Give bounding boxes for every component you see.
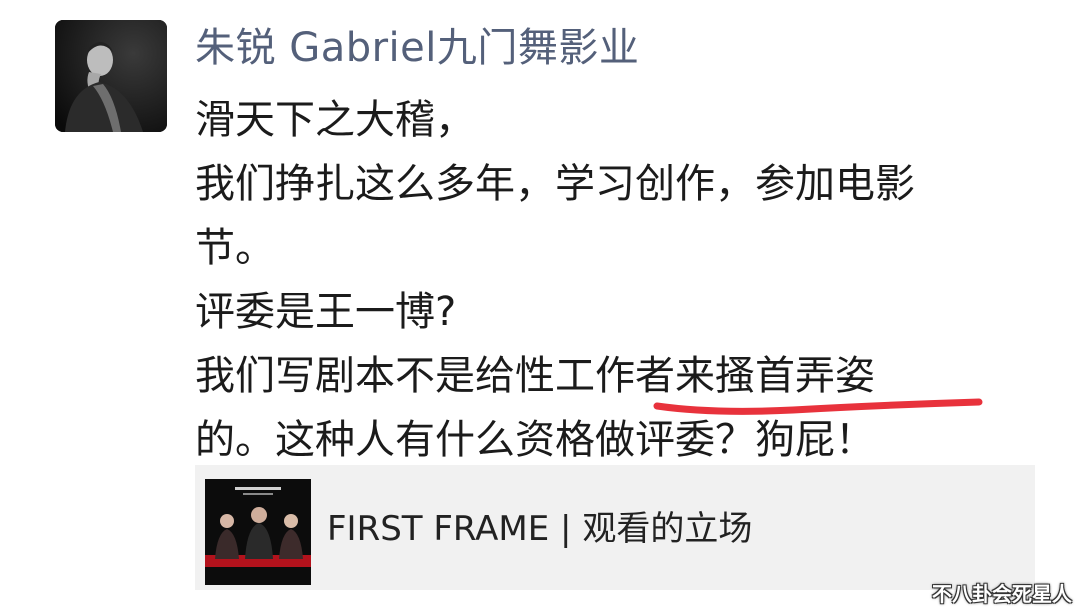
post-line: 评委是王一博? (195, 289, 457, 335)
shared-link-card[interactable]: FIRST FRAME | 观看的立场 (195, 465, 1035, 590)
film-poster-thumbnail (205, 479, 311, 585)
poster-image-icon (205, 479, 311, 585)
post-line: 的。这种人有什么资格做评委？狗屁！ (195, 417, 875, 463)
post-line: 滑天下之大稽， (195, 97, 475, 143)
post-line: 节。 (195, 225, 275, 271)
post-line-highlighted: 我们写剧本不是给性工作者来搔首弄姿 (195, 344, 1035, 415)
post-line-text: 我们写剧本不是给性工作者来搔首弄姿 (195, 353, 875, 399)
author-avatar[interactable] (55, 20, 167, 132)
watermark: 不八卦会死星人 (932, 582, 1072, 606)
post-body: 滑天下之大稽， 我们挣扎这么多年，学习创作，参加电影 节。 评委是王一博? 我们… (195, 88, 1035, 472)
author-name[interactable]: 朱锐 Gabriel九门舞影业 (195, 22, 639, 74)
avatar-portrait-icon (55, 20, 167, 132)
post-screenshot: 朱锐 Gabriel九门舞影业 滑天下之大稽， 我们挣扎这么多年，学习创作，参加… (0, 0, 1080, 613)
link-card-title[interactable]: FIRST FRAME | 观看的立场 (327, 505, 752, 553)
post-line: 我们挣扎这么多年，学习创作，参加电影 (195, 161, 915, 207)
